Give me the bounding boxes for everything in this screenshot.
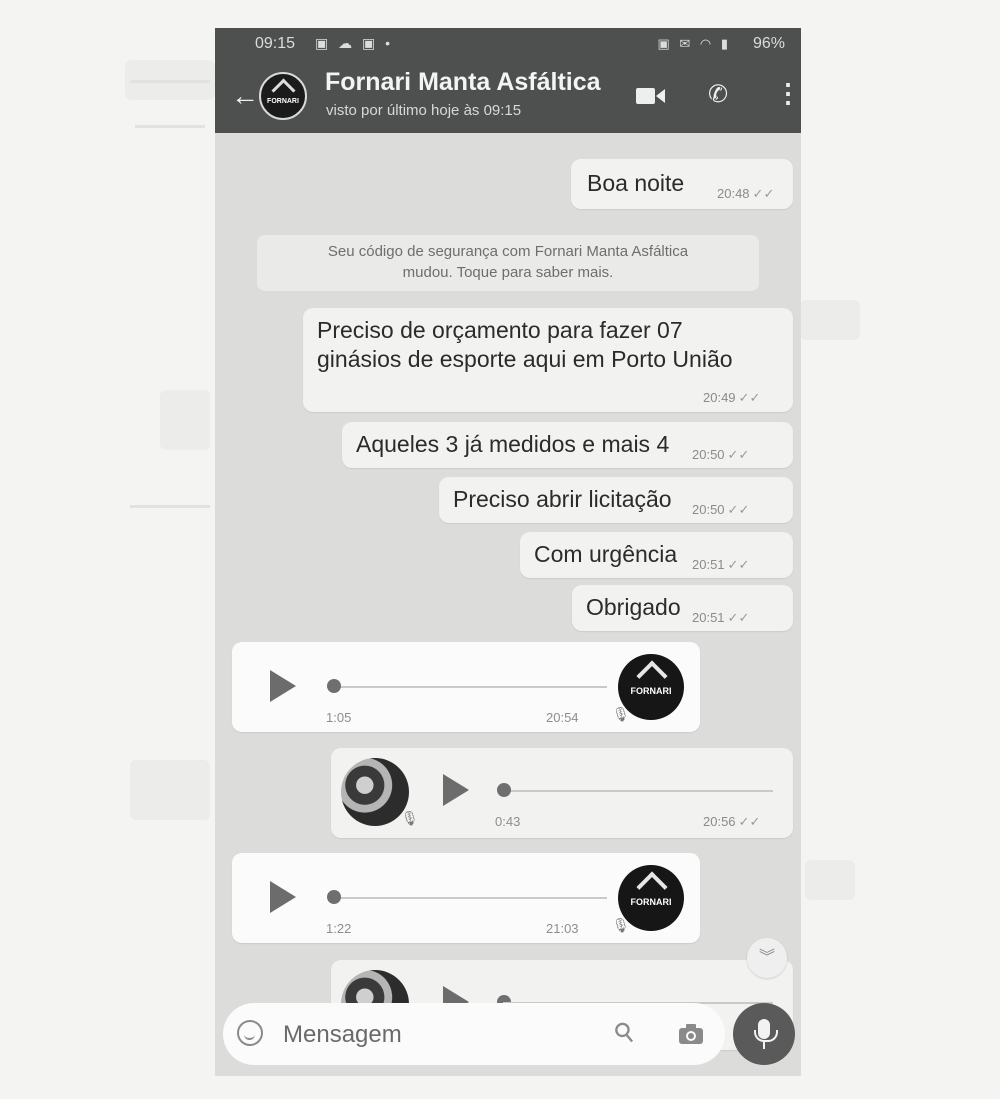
message-bubble[interactable]: Obrigado 20:51 ✓✓ [572, 585, 793, 631]
background-line [130, 80, 210, 83]
audio-progress-track[interactable] [332, 686, 607, 688]
paperclip-icon[interactable]: ⚲ [607, 1015, 642, 1051]
audio-scrubber-handle[interactable] [327, 890, 341, 904]
status-time: 09:15 [255, 35, 296, 52]
message-time: 20:48 ✓✓ [717, 186, 775, 201]
background-panel [805, 860, 855, 900]
avatar-brand-text: FORNARI [630, 897, 672, 907]
message-text: Boa noite [587, 170, 685, 196]
message-bubble[interactable]: Preciso abrir licitação 20:50 ✓✓ [439, 477, 793, 523]
notification-icons: ▣ ☁ ▣ • [315, 35, 394, 51]
microphone-icon: 🎙 [401, 810, 419, 826]
avatar-brand-text: FORNARI [267, 98, 299, 105]
voice-message: 1:05 20:54 FORNARI 🎙 [232, 642, 700, 732]
background-line [135, 125, 205, 128]
message-text: Com urgência [534, 541, 678, 567]
message-time: 20:54 [546, 710, 579, 725]
message-bubble[interactable]: Preciso de orçamento para fazer 07 ginás… [303, 308, 793, 412]
audio-scrubber-handle[interactable] [497, 783, 511, 797]
message-time: 20:49 ✓✓ [703, 390, 761, 405]
contact-avatar[interactable]: FORNARI [259, 72, 307, 120]
read-ticks-icon: ✓✓ [738, 390, 761, 405]
more-vertical-icon[interactable]: ⋮ [775, 78, 801, 109]
play-icon[interactable] [443, 774, 469, 806]
microphone-stand [754, 1030, 778, 1042]
message-time: 20:50 ✓✓ [692, 447, 750, 462]
message-bubble[interactable]: Boa noite 20:48 ✓✓ [571, 159, 793, 209]
read-ticks-icon: ✓✓ [727, 447, 750, 462]
emoji-icon[interactable] [237, 1020, 263, 1046]
read-ticks-icon: ✓✓ [752, 186, 775, 201]
microphone-base [763, 1042, 765, 1049]
message-input[interactable] [281, 1015, 585, 1055]
signal-icons: ▣ ✉ ◠ ▮ [657, 36, 731, 51]
background-panel [800, 300, 860, 340]
message-time: 20:50 ✓✓ [692, 502, 750, 517]
double-chevron-down-icon: ︾ [758, 949, 775, 966]
audio-duration: 1:22 [326, 921, 352, 936]
play-icon[interactable] [270, 881, 296, 913]
audio-progress-track[interactable] [332, 897, 607, 899]
phone-screen: 09:15 ▣ ☁ ▣ • ▣ ✉ ◠ ▮ 96% ← FORNARI Forn… [215, 28, 801, 1076]
contact-name[interactable]: Fornari Manta Asfáltica [325, 68, 601, 97]
message-time: 21:03 [546, 921, 579, 936]
read-ticks-icon: ✓✓ [727, 557, 750, 572]
message-text: Obrigado [586, 594, 681, 620]
chat-header: ← FORNARI Fornari Manta Asfáltica visto … [215, 58, 801, 133]
microphone-icon: 🎙 [612, 917, 630, 933]
read-ticks-icon: ✓✓ [727, 610, 750, 625]
read-ticks-icon: ✓✓ [738, 814, 761, 829]
status-bar: 09:15 ▣ ☁ ▣ • ▣ ✉ ◠ ▮ 96% [215, 28, 801, 58]
background-panel [160, 390, 210, 450]
microphone-icon: 🎙 [612, 706, 630, 722]
message-composer: ⚲ [223, 1003, 725, 1065]
notice-line-2: mudou. Toque para saber mais. [402, 264, 614, 281]
play-icon[interactable] [270, 670, 296, 702]
video-camera-icon[interactable] [636, 86, 666, 106]
audio-duration: 1:05 [326, 710, 352, 725]
message-text-line-2: ginásios de esporte aqui em Porto União [317, 346, 733, 372]
message-text-line-1: Preciso de orçamento para fazer 07 [317, 317, 683, 343]
security-notice[interactable]: Seu código de segurança com Fornari Mant… [257, 235, 759, 291]
message-bubble[interactable]: Com urgência 20:51 ✓✓ [520, 532, 793, 578]
phone-icon[interactable]: ✆ [708, 80, 728, 109]
scroll-to-bottom-button[interactable]: ︾ [747, 938, 787, 978]
audio-progress-track[interactable] [503, 790, 773, 792]
record-voice-button[interactable] [733, 1003, 795, 1065]
avatar-brand-text: FORNARI [630, 686, 672, 696]
voice-message: 1:22 21:03 FORNARI 🎙 [232, 853, 700, 943]
voice-message: 🎙 0:43 20:56 ✓✓ [331, 748, 793, 838]
message-text: Aqueles 3 já medidos e mais 4 [356, 431, 670, 457]
background-line [130, 505, 210, 508]
last-seen-status: visto por último hoje às 09:15 [326, 102, 522, 119]
audio-scrubber-handle[interactable] [327, 679, 341, 693]
back-arrow-icon[interactable]: ← [231, 80, 259, 112]
read-ticks-icon: ✓✓ [727, 502, 750, 517]
camera-icon[interactable] [678, 1023, 704, 1045]
message-time: 20:51 ✓✓ [692, 557, 750, 572]
message-time: 20:56 ✓✓ [703, 814, 761, 829]
notice-line-1: Seu código de segurança com Fornari Mant… [327, 243, 689, 260]
message-text: Preciso abrir licitação [453, 486, 672, 512]
message-bubble[interactable]: Aqueles 3 já medidos e mais 4 20:50 ✓✓ [342, 422, 793, 468]
message-time: 20:51 ✓✓ [692, 610, 750, 625]
audio-duration: 0:43 [495, 814, 521, 829]
battery-level: 96% [752, 35, 785, 52]
background-panel [130, 760, 210, 820]
sender-avatar [341, 758, 409, 826]
